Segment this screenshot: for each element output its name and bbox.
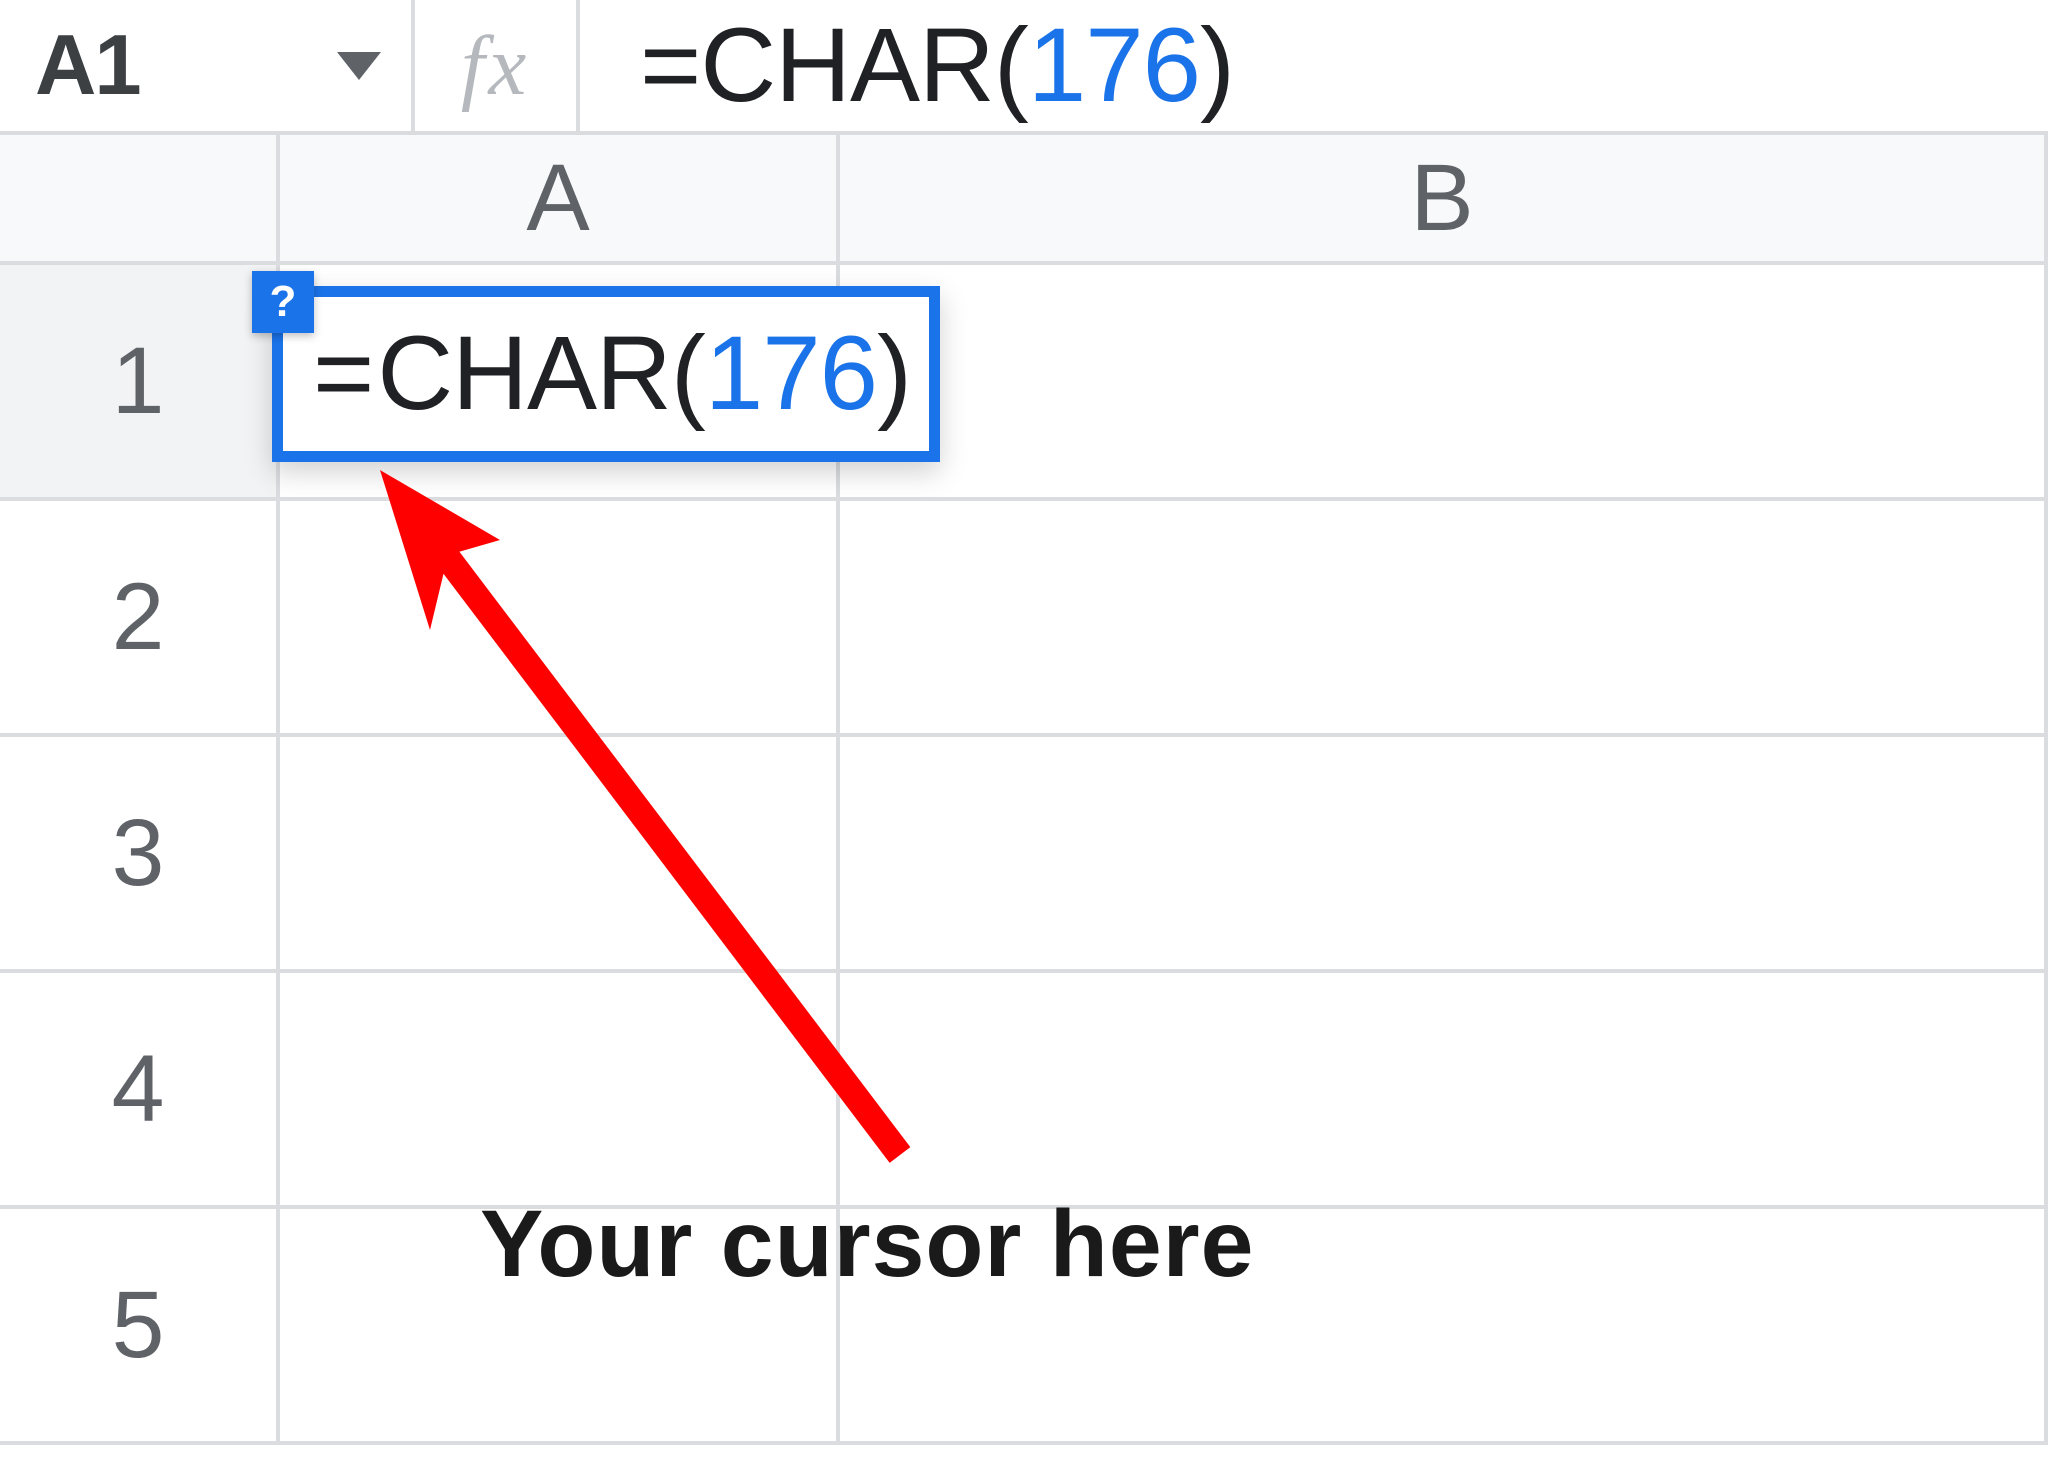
row-2	[280, 501, 2048, 737]
fx-icon[interactable]: fx	[415, 0, 580, 131]
cell-editor-close-paren: )	[877, 314, 911, 434]
cell-editor-eq: =	[313, 314, 373, 434]
row-4	[280, 973, 2048, 1209]
name-box[interactable]: A1	[0, 0, 415, 131]
cell-B1[interactable]	[840, 265, 2048, 497]
formula-close-paren: )	[1200, 6, 1234, 126]
cell-B2[interactable]	[840, 501, 2048, 733]
cell-A3[interactable]	[280, 737, 840, 969]
formula-arg: 176	[1028, 6, 1200, 126]
formula-open-paren: (	[994, 6, 1028, 126]
row-header-2[interactable]: 2	[0, 501, 280, 737]
cell-editor-A1[interactable]: =CHAR(176)	[272, 286, 940, 462]
row-headers: 1 2 3 4 5	[0, 265, 280, 1457]
name-box-value: A1	[35, 17, 140, 115]
column-header-B[interactable]: B	[840, 135, 2048, 261]
formula-bar: A1 fx =CHAR(176)	[0, 0, 2048, 135]
row-header-3[interactable]: 3	[0, 737, 280, 973]
row-header-1[interactable]: 1	[0, 265, 280, 501]
column-header-A[interactable]: A	[280, 135, 840, 261]
chevron-down-icon[interactable]	[337, 52, 381, 80]
formula-eq: =	[640, 6, 700, 126]
select-all-corner[interactable]	[0, 135, 280, 265]
row-header-5[interactable]: 5	[0, 1209, 280, 1445]
cell-editor-fn: CHAR	[377, 314, 671, 434]
cell-editor-open-paren: (	[671, 314, 705, 434]
formula-fn: CHAR	[700, 6, 994, 126]
row-header-4[interactable]: 4	[0, 973, 280, 1209]
cell-A2[interactable]	[280, 501, 840, 733]
cell-editor-arg: 176	[705, 314, 877, 434]
cell-A4[interactable]	[280, 973, 840, 1205]
cell-B4[interactable]	[840, 973, 2048, 1205]
row-3	[280, 737, 2048, 973]
cell-B3[interactable]	[840, 737, 2048, 969]
formula-input[interactable]: =CHAR(176)	[580, 0, 2048, 131]
column-headers: A B	[280, 135, 2048, 265]
formula-help-badge[interactable]: ?	[252, 271, 314, 333]
annotation-text: Your cursor here	[480, 1190, 1254, 1299]
